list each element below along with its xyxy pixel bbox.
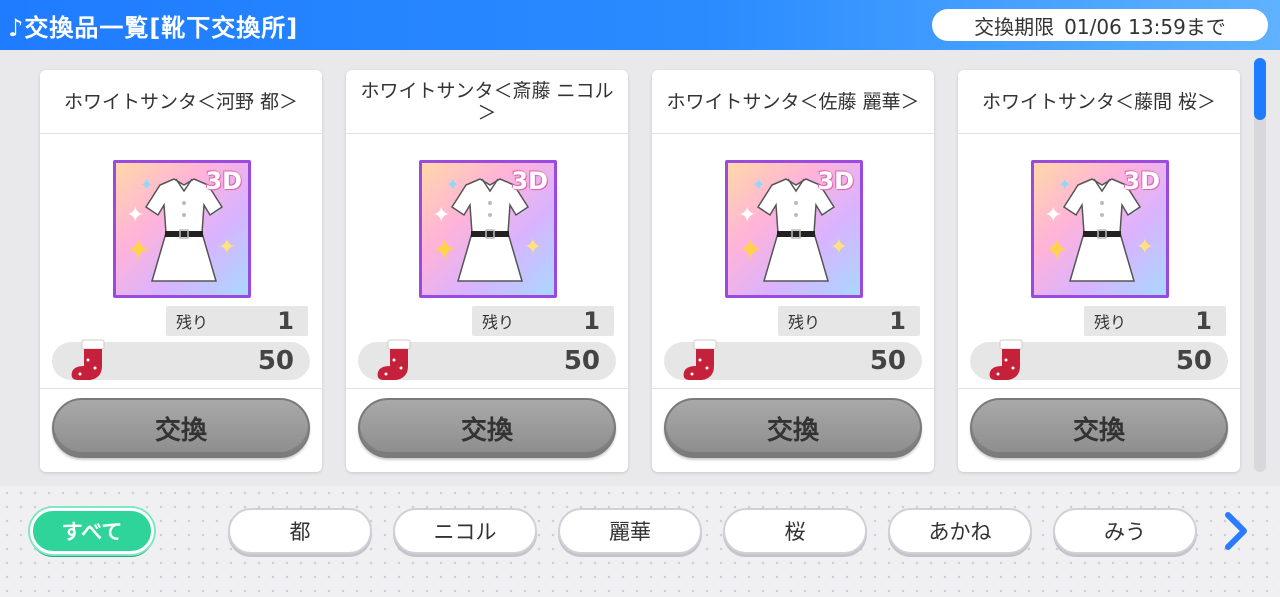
exchange-deadline: 交換期限 01/06 13:59まで xyxy=(932,9,1268,41)
item-name: ホワイトサンタ＜斎藤 ニコル＞ xyxy=(346,70,628,134)
cost-value: 50 xyxy=(1175,346,1212,376)
remaining-count: 残り 1 xyxy=(166,306,308,336)
deadline-value: 01/06 13:59まで xyxy=(1064,14,1226,39)
stocking-icon xyxy=(377,339,411,380)
stocking-icon xyxy=(71,339,105,380)
cost-value: 50 xyxy=(257,346,294,376)
exchange-button[interactable]: 交換 xyxy=(970,398,1228,458)
divider xyxy=(652,388,934,389)
costume-thumbnail[interactable]: ✦ ✦ ✦ ✦ ✦ 3D xyxy=(113,160,251,298)
remaining-count: 残り 1 xyxy=(1084,306,1226,336)
sparkle-icon: ✦ xyxy=(1044,203,1063,228)
exchange-item-card: ホワイトサンタ＜河野 都＞ ✦ ✦ ✦ ✦ ✦ 3D 残り 1 50 交換 xyxy=(40,70,322,472)
page-title: ♪交換品一覧[靴下交換所] xyxy=(8,13,299,42)
remaining-count: 残り 1 xyxy=(778,306,920,336)
filter-button-reika[interactable]: 麗華 xyxy=(558,508,702,554)
remaining-value: 1 xyxy=(889,307,906,335)
deadline-label: 交換期限 xyxy=(974,14,1055,39)
remaining-count: 残り 1 xyxy=(472,306,614,336)
exchange-button[interactable]: 交換 xyxy=(52,398,310,458)
cost-display: 50 xyxy=(52,339,310,380)
cost-display: 50 xyxy=(970,339,1228,380)
sparkle-icon: ✦ xyxy=(126,203,145,228)
stocking-icon xyxy=(683,339,717,380)
remaining-label: 残り xyxy=(788,313,821,332)
costume-thumbnail[interactable]: ✦ ✦ ✦ ✦ ✦ 3D xyxy=(1031,160,1169,298)
cost-value: 50 xyxy=(563,346,600,376)
3d-badge: 3D xyxy=(1123,167,1160,195)
3d-badge: 3D xyxy=(205,167,242,195)
filter-button-akane[interactable]: あかね xyxy=(888,508,1032,554)
remaining-label: 残り xyxy=(482,313,515,332)
exchange-item-card: ホワイトサンタ＜佐藤 麗華＞ ✦ ✦ ✦ ✦ ✦ 3D 残り 1 50 交換 xyxy=(652,70,934,472)
chevron-right-icon xyxy=(1225,512,1247,550)
remaining-value: 1 xyxy=(1195,307,1212,335)
divider xyxy=(346,388,628,389)
3d-badge: 3D xyxy=(511,167,548,195)
remaining-value: 1 xyxy=(583,307,600,335)
remaining-label: 残り xyxy=(176,313,209,332)
scrollbar-thumb[interactable] xyxy=(1254,58,1266,120)
item-name: ホワイトサンタ＜佐藤 麗華＞ xyxy=(652,70,934,134)
divider xyxy=(40,388,322,389)
filter-button-miu[interactable]: みう xyxy=(1053,508,1197,554)
filter-button-nicole[interactable]: ニコル xyxy=(393,508,537,554)
filter-button-sakura[interactable]: 桜 xyxy=(723,508,867,554)
stocking-icon xyxy=(989,339,1023,380)
next-page-arrow[interactable] xyxy=(1218,508,1254,554)
sparkle-icon: ✦ xyxy=(432,203,451,228)
cost-display: 50 xyxy=(358,339,616,380)
exchange-button[interactable]: 交換 xyxy=(664,398,922,458)
exchange-item-card: ホワイトサンタ＜斎藤 ニコル＞ ✦ ✦ ✦ ✦ ✦ 3D 残り 1 50 交換 xyxy=(346,70,628,472)
remaining-label: 残り xyxy=(1094,313,1127,332)
costume-thumbnail[interactable]: ✦ ✦ ✦ ✦ ✦ 3D xyxy=(419,160,557,298)
filter-all-button[interactable]: すべて xyxy=(30,508,154,554)
3d-badge: 3D xyxy=(817,167,854,195)
scrollbar-track[interactable] xyxy=(1254,58,1266,472)
item-name: ホワイトサンタ＜藤間 桜＞ xyxy=(958,70,1240,134)
cost-display: 50 xyxy=(664,339,922,380)
cost-value: 50 xyxy=(869,346,906,376)
filter-button-miyako[interactable]: 都 xyxy=(228,508,372,554)
remaining-value: 1 xyxy=(277,307,294,335)
item-name: ホワイトサンタ＜河野 都＞ xyxy=(40,70,322,134)
sparkle-icon: ✦ xyxy=(738,203,757,228)
divider xyxy=(958,388,1240,389)
costume-thumbnail[interactable]: ✦ ✦ ✦ ✦ ✦ 3D xyxy=(725,160,863,298)
header-bar: ♪交換品一覧[靴下交換所] 交換期限 01/06 13:59まで xyxy=(0,0,1280,50)
exchange-item-card: ホワイトサンタ＜藤間 桜＞ ✦ ✦ ✦ ✦ ✦ 3D 残り 1 50 交換 xyxy=(958,70,1240,472)
exchange-button[interactable]: 交換 xyxy=(358,398,616,458)
